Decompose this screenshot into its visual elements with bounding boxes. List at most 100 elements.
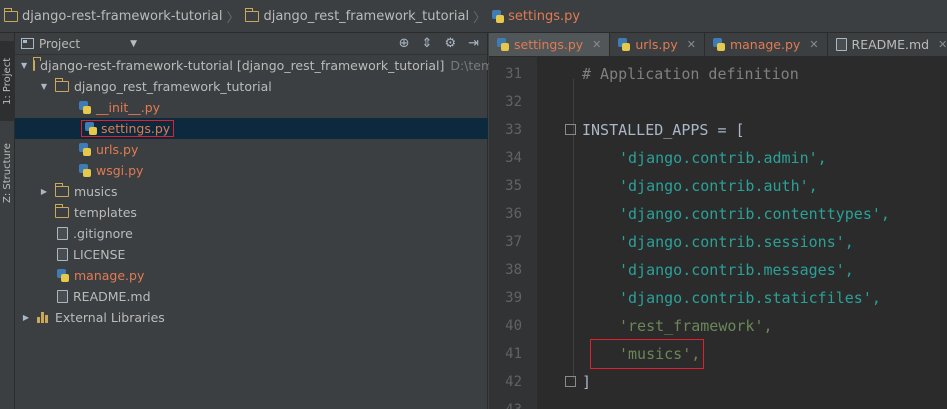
line-number: 31: [505, 66, 522, 82]
breadcrumb-label: django_rest_framework_tutorial: [263, 8, 470, 24]
code-text: 'django.contrib.contenttypes',: [619, 205, 890, 223]
breadcrumb-item-package[interactable]: django_rest_framework_tutorial: [244, 7, 470, 24]
tree-item-label: README.md: [73, 289, 151, 304]
gear-icon[interactable]: ⚙: [444, 36, 456, 51]
python-file-icon: [57, 269, 69, 282]
code-line: 40 'rest_framework',: [489, 312, 947, 340]
code-line: 31 # Application definition: [489, 60, 947, 88]
tree-item-license[interactable]: LICENSE: [15, 244, 488, 265]
tree-item-templates[interactable]: templates: [15, 202, 488, 223]
code-line: 34 'django.contrib.admin',: [489, 144, 947, 172]
chevron-right-icon[interactable]: ▶: [21, 313, 31, 322]
line-number: 37: [505, 234, 522, 250]
tree-item-root[interactable]: ▼ django-rest-framework-tutorial [django…: [15, 55, 505, 76]
code-text: 'django.contrib.staticfiles',: [619, 289, 881, 307]
tab-readme[interactable]: README.md ✕: [828, 33, 947, 56]
tree-item-urls[interactable]: urls.py: [15, 139, 488, 160]
python-file-icon: [497, 38, 509, 51]
tree-item-label: LICENSE: [73, 247, 126, 262]
chevron-down-icon[interactable]: ▼: [39, 82, 49, 91]
project-view-icon: [21, 38, 34, 49]
code-line: 41 'musics',: [489, 340, 947, 368]
line-number: 35: [505, 178, 522, 194]
tab-urls[interactable]: urls.py ✕: [610, 33, 705, 56]
python-file-icon: [79, 164, 91, 177]
tree-item-manage[interactable]: manage.py: [15, 265, 488, 286]
python-file-icon: [79, 101, 91, 114]
tree-item-label: wsgi.py: [96, 163, 144, 178]
code-line: 43: [489, 396, 947, 409]
project-tool-tab[interactable]: 1: Project: [0, 41, 15, 121]
line-number: 38: [505, 262, 522, 278]
chevron-down-icon[interactable]: ▼: [21, 61, 27, 70]
project-tree: ▼ django-rest-framework-tutorial [django…: [15, 55, 505, 328]
tree-item-label: .gitignore: [73, 226, 133, 241]
code-text: 'django.contrib.admin',: [619, 149, 827, 167]
tree-item-label: urls.py: [96, 142, 139, 157]
code-line: 42 ]: [489, 368, 947, 396]
tree-item-init[interactable]: __init__.py: [15, 97, 488, 118]
close-icon[interactable]: ✕: [809, 38, 818, 51]
tab-label: manage.py: [729, 37, 801, 52]
close-icon[interactable]: ✕: [592, 38, 601, 51]
tab-manage[interactable]: manage.py ✕: [705, 33, 828, 56]
tree-item-settings[interactable]: settings.py: [15, 118, 488, 139]
close-icon[interactable]: ✕: [938, 38, 947, 51]
line-number: 32: [505, 94, 522, 110]
fold-marker-icon[interactable]: [565, 376, 576, 387]
hide-icon[interactable]: ⇥: [468, 36, 479, 51]
code-text: 'django.contrib.sessions',: [619, 233, 854, 251]
editor-tab-bar: settings.py ✕ urls.py ✕ manage.py ✕ READ…: [489, 33, 947, 57]
code-text: INSTALLED_APPS = [: [582, 121, 745, 139]
python-file-icon: [85, 122, 97, 135]
tree-item-musics[interactable]: ▶ musics: [15, 181, 488, 202]
code-text: 'rest_framework',: [619, 317, 773, 335]
tree-item-package[interactable]: ▼ django_rest_framework_tutorial: [15, 76, 488, 97]
target-icon[interactable]: ⊕: [399, 36, 410, 51]
breadcrumb-item-file[interactable]: settings.py: [492, 9, 580, 24]
folder-icon: [54, 204, 69, 218]
project-panel: Project ▼ ⊕ ⇕ ⚙ ⇥ ▼ django-rest-framewor…: [15, 33, 505, 409]
highlight-box: [590, 339, 704, 369]
chevron-right-icon[interactable]: ▶: [39, 187, 49, 196]
code-line: 37 'django.contrib.sessions',: [489, 228, 947, 256]
line-number: 36: [505, 206, 522, 222]
breadcrumb-label: settings.py: [508, 8, 581, 24]
line-number: 43: [489, 402, 522, 409]
breadcrumb: django-rest-framework-tutorial 〉 django_…: [0, 0, 947, 33]
line-number: 33: [505, 122, 522, 138]
code-line: 39 'django.contrib.staticfiles',: [489, 284, 947, 312]
breadcrumb-item-root[interactable]: django-rest-framework-tutorial: [3, 7, 223, 24]
breadcrumb-separator: 〉: [473, 10, 487, 26]
structure-tool-tab[interactable]: Z: Structure: [0, 138, 15, 208]
collapse-icon[interactable]: ⇕: [422, 36, 433, 51]
project-panel-title[interactable]: Project: [39, 37, 80, 51]
code-line: 32: [489, 88, 947, 116]
tree-item-external-libraries[interactable]: ▶ External Libraries: [15, 307, 488, 328]
tree-item-gitignore[interactable]: .gitignore: [15, 223, 488, 244]
code-text: 'django.contrib.messages',: [619, 261, 854, 279]
tree-item-label: django-rest-framework-tutorial [django_r…: [40, 58, 445, 73]
file-icon: [57, 227, 68, 240]
folder-icon: [244, 7, 260, 22]
highlight-box: settings.py: [81, 120, 175, 137]
fold-marker-icon[interactable]: [565, 124, 576, 135]
tree-item-label: __init__.py: [96, 100, 161, 115]
tab-label: urls.py: [635, 37, 678, 52]
code-line: 36 'django.contrib.contenttypes',: [489, 200, 947, 228]
library-icon: [37, 312, 50, 323]
line-number: 40: [505, 318, 522, 334]
python-file-icon: [79, 143, 91, 156]
close-icon[interactable]: ✕: [687, 38, 696, 51]
chevron-down-icon[interactable]: ▼: [130, 39, 137, 49]
tool-window-strip: 1: Project Z: Structure: [0, 33, 15, 409]
code-lines[interactable]: 31 # Application definition 32 33 INSTAL…: [489, 60, 947, 409]
tab-settings[interactable]: settings.py ✕: [489, 33, 611, 56]
line-number: 39: [505, 290, 522, 306]
tree-item-label: musics: [74, 184, 118, 199]
project-panel-header: Project ▼ ⊕ ⇕ ⚙ ⇥: [15, 33, 487, 55]
breadcrumb-label: django-rest-framework-tutorial: [22, 8, 223, 24]
tree-item-readme[interactable]: README.md: [15, 286, 488, 307]
tree-item-wsgi[interactable]: wsgi.py: [15, 160, 488, 181]
file-icon: [57, 290, 68, 303]
